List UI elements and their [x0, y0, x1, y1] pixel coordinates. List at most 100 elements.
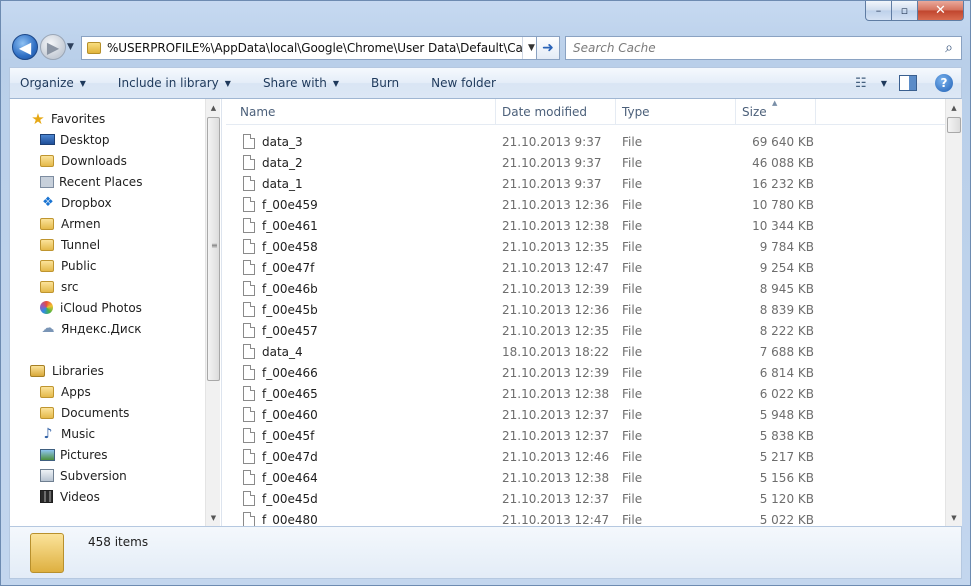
favorites-group: ★ Favorites Desktop Downloads Recent Pla… — [10, 108, 204, 339]
navigation-pane: ★ Favorites Desktop Downloads Recent Pla… — [10, 99, 220, 526]
minimize-button[interactable]: – — [865, 1, 892, 21]
scroll-up-arrow-icon[interactable]: ▲ — [946, 99, 962, 116]
documents-icon — [40, 406, 54, 419]
file-row[interactable]: f_00e460 21.10.2013 12:37 File 5 948 KB — [226, 404, 946, 425]
sidebar-item-music[interactable]: ♪ Music — [10, 423, 204, 444]
file-size: 46 088 KB — [752, 155, 814, 170]
sidebar-item-subversion[interactable]: Subversion — [10, 465, 204, 486]
file-type: File — [622, 365, 643, 380]
address-path[interactable]: %USERPROFILE%\AppData\local\Google\Chrom… — [107, 41, 522, 55]
yandex-disk-icon: ☁ — [41, 321, 55, 336]
column-date-label: Date modified — [502, 105, 588, 119]
file-row[interactable]: f_00e461 21.10.2013 12:38 File 10 344 KB — [226, 215, 946, 236]
file-row[interactable]: f_00e480 21.10.2013 12:47 File 5 022 KB — [226, 509, 946, 526]
sidebar-item-armen[interactable]: Armen — [10, 213, 204, 234]
include-in-library-menu[interactable]: Include in library ▼ — [118, 76, 231, 90]
close-button[interactable]: ✕ — [918, 1, 964, 21]
navigation-scrollbar[interactable]: ▲ ≡ ▼ — [205, 99, 220, 526]
explorer-window: – ▫ ✕ ◀ ▶ ▼ %USERPROFILE%\AppData\local\… — [0, 0, 971, 586]
file-row[interactable]: data_3 21.10.2013 9:37 File 69 640 KB — [226, 131, 946, 152]
file-name-cell: f_00e47d — [226, 449, 502, 464]
column-header-date-modified[interactable]: Date modified — [496, 99, 616, 125]
file-row[interactable]: f_00e457 21.10.2013 12:35 File 8 222 KB — [226, 320, 946, 341]
file-row[interactable]: f_00e459 21.10.2013 12:36 File 10 780 KB — [226, 194, 946, 215]
sidebar-item-src[interactable]: src — [10, 276, 204, 297]
scroll-up-arrow-icon[interactable]: ▲ — [206, 99, 220, 116]
file-row[interactable]: f_00e458 21.10.2013 12:35 File 9 784 KB — [226, 236, 946, 257]
file-name-cell: f_00e460 — [226, 407, 502, 422]
help-icon[interactable]: ? — [935, 74, 953, 92]
item-count: 458 items — [88, 535, 149, 549]
file-name-cell: f_00e459 — [226, 197, 502, 212]
file-row[interactable]: f_00e464 21.10.2013 12:38 File 5 156 KB — [226, 467, 946, 488]
go-button[interactable]: ➜ — [536, 36, 560, 60]
search-icon[interactable]: ⌕ — [937, 40, 961, 56]
share-with-menu[interactable]: Share with ▼ — [263, 76, 339, 90]
view-options-chevron-icon[interactable]: ▼ — [881, 79, 887, 88]
file-row[interactable]: f_00e46b 21.10.2013 12:39 File 8 945 KB — [226, 278, 946, 299]
libraries-header[interactable]: Libraries — [10, 360, 204, 381]
file-list: Name Date modified Type Size ▲ data_3 21.… — [226, 99, 962, 526]
file-row[interactable]: f_00e465 21.10.2013 12:38 File 6 022 KB — [226, 383, 946, 404]
scroll-down-arrow-icon[interactable]: ▼ — [206, 509, 220, 526]
file-name-cell: f_00e461 — [226, 218, 502, 233]
file-row[interactable]: data_4 18.10.2013 18:22 File 7 688 KB — [226, 341, 946, 362]
sidebar-item-documents[interactable]: Documents — [10, 402, 204, 423]
file-name-cell: f_00e466 — [226, 365, 502, 380]
scrollbar-thumb[interactable] — [947, 117, 961, 133]
sidebar-item-icloud-photos[interactable]: iCloud Photos — [10, 297, 204, 318]
file-name-cell: f_00e47f — [226, 260, 502, 275]
favorites-header[interactable]: ★ Favorites — [10, 108, 204, 129]
column-header-type[interactable]: Type — [616, 99, 736, 125]
sidebar-item-apps[interactable]: Apps — [10, 381, 204, 402]
new-folder-label: New folder — [431, 76, 496, 90]
sidebar-item-label: Downloads — [61, 153, 127, 168]
column-header-name[interactable]: Name — [226, 99, 496, 125]
organize-menu[interactable]: Organize ▼ — [20, 76, 86, 90]
scroll-down-arrow-icon[interactable]: ▼ — [946, 509, 962, 526]
sidebar-item-tunnel[interactable]: Tunnel — [10, 234, 204, 255]
file-name-cell: f_00e458 — [226, 239, 502, 254]
file-row[interactable]: f_00e47d 21.10.2013 12:46 File 5 217 KB — [226, 446, 946, 467]
preview-pane-icon[interactable] — [899, 75, 917, 91]
file-row[interactable]: data_2 21.10.2013 9:37 File 46 088 KB — [226, 152, 946, 173]
back-button[interactable]: ◀ — [12, 34, 38, 60]
file-rows: data_3 21.10.2013 9:37 File 69 640 KB data_2… — [226, 131, 946, 526]
forward-button[interactable]: ▶ — [40, 34, 66, 60]
pane-splitter[interactable] — [221, 99, 222, 526]
recent-places-icon — [40, 175, 54, 188]
file-list-scrollbar[interactable]: ▲ ▼ — [945, 99, 962, 526]
address-bar[interactable]: %USERPROFILE%\AppData\local\Google\Chrom… — [81, 36, 541, 60]
search-input[interactable] — [573, 41, 937, 55]
column-header-size[interactable]: Size ▲ — [736, 99, 816, 125]
folder-icon — [40, 238, 54, 251]
change-view-icon[interactable]: ☷ — [847, 73, 875, 93]
file-row[interactable]: f_00e45f 21.10.2013 12:37 File 5 838 KB — [226, 425, 946, 446]
sidebar-item-recent-places[interactable]: Recent Places — [10, 171, 204, 192]
sidebar-item-desktop[interactable]: Desktop — [10, 129, 204, 150]
sidebar-item-videos[interactable]: Videos — [10, 486, 204, 507]
file-row[interactable]: f_00e466 21.10.2013 12:39 File 6 814 KB — [226, 362, 946, 383]
search-box[interactable]: ⌕ — [565, 36, 962, 60]
burn-button[interactable]: Burn — [371, 76, 399, 90]
new-folder-button[interactable]: New folder — [431, 76, 496, 90]
file-row[interactable]: data_1 21.10.2013 9:37 File 16 232 KB — [226, 173, 946, 194]
sidebar-item-dropbox[interactable]: ❖ Dropbox — [10, 192, 204, 213]
file-row[interactable]: f_00e45b 21.10.2013 12:36 File 8 839 KB — [226, 299, 946, 320]
sidebar-item-label: Dropbox — [61, 195, 112, 210]
sidebar-item-public[interactable]: Public — [10, 255, 204, 276]
organize-label: Organize — [20, 76, 74, 90]
file-row[interactable]: f_00e45d 21.10.2013 12:37 File 5 120 KB — [226, 488, 946, 509]
file-type: File — [622, 176, 643, 191]
sidebar-item-yandex-disk[interactable]: ☁ Яндекс.Диск — [10, 318, 204, 339]
scrollbar-thumb[interactable]: ≡ — [207, 117, 220, 381]
file-row[interactable]: f_00e47f 21.10.2013 12:47 File 9 254 KB — [226, 257, 946, 278]
maximize-button[interactable]: ▫ — [892, 1, 918, 21]
file-type: File — [622, 155, 643, 170]
sidebar-item-pictures[interactable]: Pictures — [10, 444, 204, 465]
sidebar-item-downloads[interactable]: Downloads — [10, 150, 204, 171]
file-name: f_00e457 — [262, 323, 318, 338]
recent-pages-chevron-icon[interactable]: ▼ — [67, 42, 74, 52]
folder-icon — [40, 385, 54, 398]
content-area: ★ Favorites Desktop Downloads Recent Pla… — [9, 99, 962, 526]
